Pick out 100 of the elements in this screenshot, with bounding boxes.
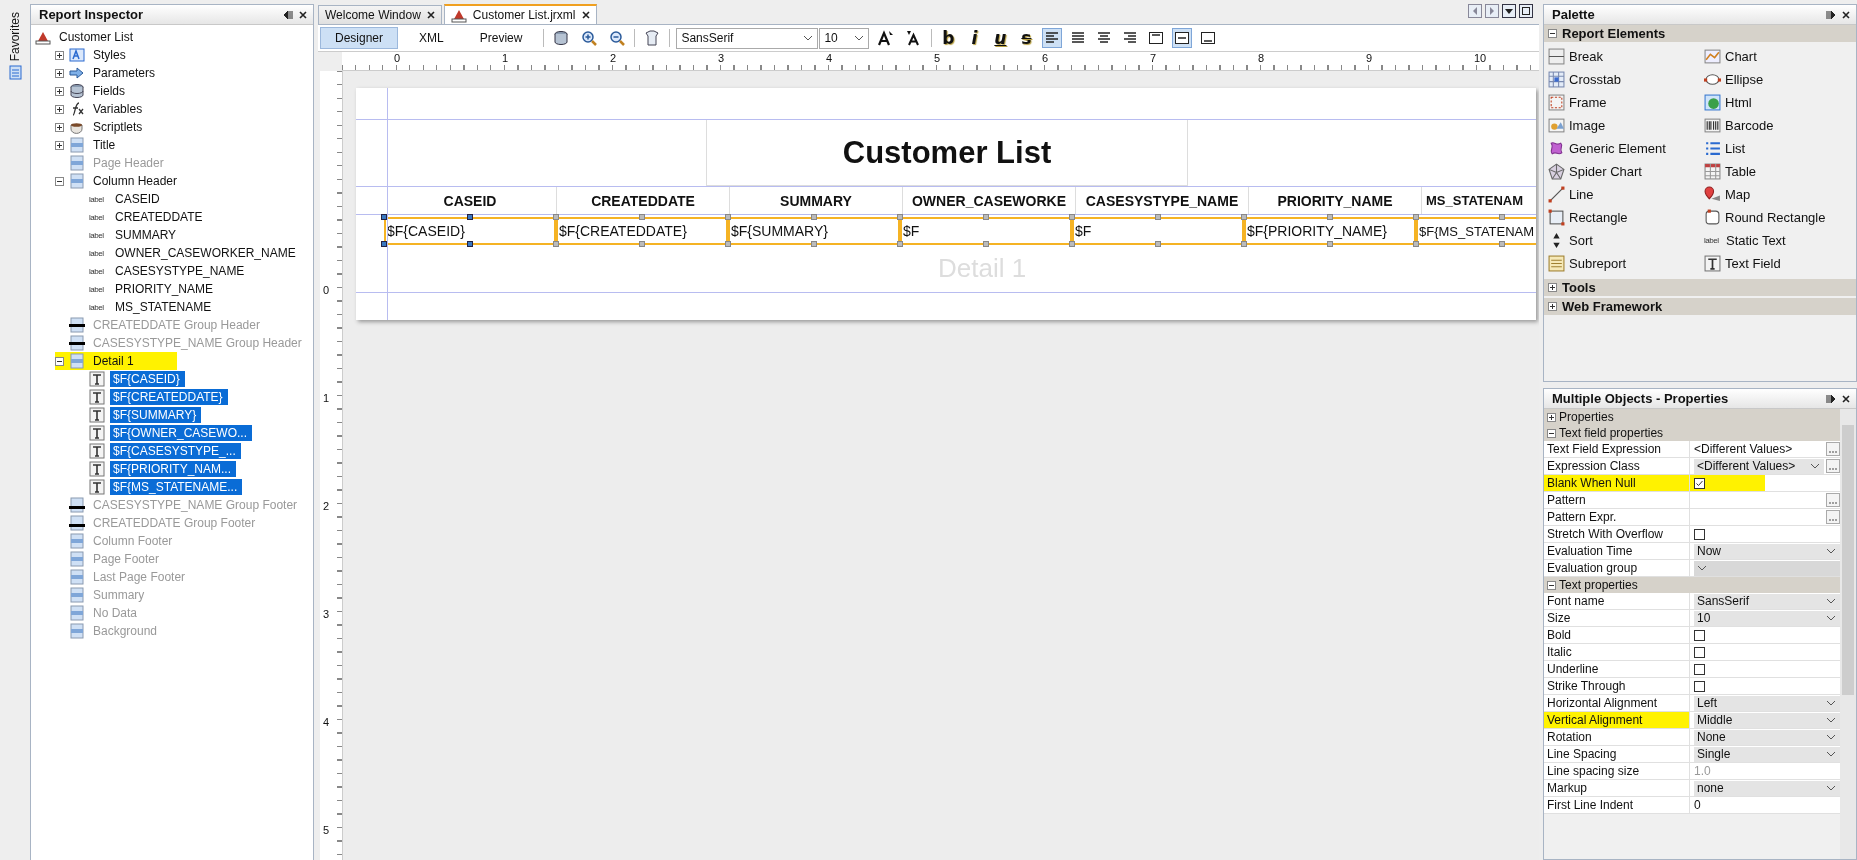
resize-handle[interactable] [1413, 214, 1419, 220]
close-icon[interactable] [1842, 394, 1850, 403]
tree-item[interactable]: Variables [90, 102, 146, 116]
resize-handle[interactable] [381, 214, 387, 220]
tree-item[interactable]: CASESYSTYPE_NAME [112, 264, 248, 278]
favorites-tab[interactable]: Favorites [8, 12, 22, 62]
close-icon[interactable] [299, 10, 307, 19]
resize-handle[interactable] [725, 214, 731, 220]
property-dropdown[interactable]: Middle [1694, 712, 1840, 728]
resize-handle[interactable] [553, 214, 559, 220]
format-button[interactable]: i [964, 27, 985, 49]
checkbox[interactable] [1694, 680, 1705, 692]
maximize-icon[interactable] [1519, 4, 1533, 18]
tree-item[interactable]: Detail 1 [90, 354, 137, 368]
resize-handle[interactable] [725, 241, 731, 247]
palette-item[interactable]: Rectangle [1569, 209, 1628, 225]
view-tab[interactable]: Designer [320, 27, 399, 49]
resize-handle[interactable] [1327, 241, 1333, 247]
palette-item[interactable]: Map [1725, 186, 1751, 202]
chevron-down-icon[interactable] [854, 35, 865, 41]
collapse-icon[interactable] [1548, 29, 1557, 38]
resize-handle[interactable] [1499, 241, 1505, 247]
resize-handle[interactable] [1155, 241, 1161, 247]
palette-item[interactable]: List [1725, 140, 1746, 156]
checkbox[interactable] [1694, 629, 1705, 641]
property-section[interactable]: Text field properties [1544, 425, 1840, 441]
tree-item[interactable]: Fields [90, 84, 128, 98]
scrollbar[interactable] [1840, 409, 1856, 859]
palette-section[interactable]: Tools [1544, 279, 1856, 296]
resize-handle[interactable] [1241, 214, 1247, 220]
chevron-down-icon[interactable] [1826, 717, 1836, 723]
palette-item[interactable]: Break [1569, 48, 1603, 64]
palette-item[interactable]: Barcode [1725, 117, 1774, 133]
view-tab[interactable]: XML [404, 27, 459, 49]
alignment-button[interactable] [1172, 28, 1193, 48]
palette-item[interactable]: Image [1569, 117, 1606, 133]
chevron-down-icon[interactable] [1826, 700, 1836, 706]
expand-icon[interactable] [55, 104, 64, 114]
resize-handle[interactable] [1069, 241, 1075, 247]
chevron-down-icon[interactable] [1826, 751, 1836, 757]
tree-item[interactable]: MS_STATENAME [112, 300, 215, 314]
text-field[interactable]: $F [1072, 217, 1244, 245]
chevron-down-icon[interactable] [1826, 598, 1836, 604]
tree-item[interactable]: $F{OWNER_CASEWO... [110, 425, 253, 441]
property-dropdown[interactable]: 10 [1694, 610, 1840, 626]
resize-handle[interactable] [639, 241, 645, 247]
tree-item[interactable]: Customer List [56, 30, 137, 44]
palette-item[interactable]: Text Field [1725, 255, 1781, 271]
property-value[interactable]: <Different Values> [1694, 442, 1824, 456]
close-icon[interactable] [1842, 10, 1850, 19]
property-section[interactable]: Text properties [1544, 577, 1840, 593]
property-dropdown[interactable]: Left [1694, 695, 1840, 711]
report-title[interactable]: Customer List [706, 120, 1188, 186]
palette-item[interactable]: Table [1725, 163, 1757, 179]
property-dropdown[interactable]: Single [1694, 746, 1840, 762]
minimize-icon[interactable] [1826, 393, 1836, 404]
minimize-icon[interactable] [283, 9, 293, 20]
resize-handle[interactable] [1499, 214, 1505, 220]
checkbox[interactable] [1694, 477, 1705, 489]
resize-handle[interactable] [983, 241, 989, 247]
tree-item[interactable]: $F{CREATEDDATE} [110, 389, 228, 405]
checkbox[interactable] [1694, 528, 1705, 540]
size-dropdown[interactable]: 10 [819, 27, 870, 49]
palette-item[interactable]: Crosstab [1569, 71, 1622, 87]
dropdown-icon[interactable] [1502, 4, 1516, 18]
resize-handle[interactable] [639, 214, 645, 220]
resize-handle[interactable] [1413, 241, 1419, 247]
format-button[interactable]: u [990, 27, 1011, 49]
chevron-down-icon[interactable] [1826, 615, 1836, 621]
palette-section[interactable]: Web Framework [1544, 298, 1856, 315]
palette-item[interactable]: Round Rectangle [1725, 209, 1826, 225]
collapse-icon[interactable] [1547, 428, 1556, 438]
expand-icon[interactable] [55, 50, 64, 60]
tree-item[interactable]: Column Header [90, 174, 181, 188]
scroll-left-icon[interactable] [1468, 4, 1482, 18]
tree-item[interactable]: PRIORITY_NAME [112, 282, 216, 296]
resize-handle[interactable] [467, 241, 473, 247]
tree-item[interactable]: $F{SUMMARY} [110, 407, 202, 423]
close-icon[interactable] [426, 11, 435, 19]
property-dropdown[interactable]: <Different Values> [1694, 458, 1824, 474]
tree-item[interactable]: $F{CASEID} [110, 371, 185, 387]
text-field[interactable]: $F{PRIORITY_NAME} [1244, 217, 1416, 245]
tree-item[interactable]: Title [90, 138, 119, 152]
expand-icon[interactable] [1547, 412, 1556, 422]
property-dropdown[interactable]: Now [1694, 543, 1840, 559]
expand-icon[interactable] [55, 86, 64, 96]
resize-handle[interactable] [897, 241, 903, 247]
tree-item[interactable]: Styles [90, 48, 129, 62]
expand-icon[interactable] [55, 68, 64, 78]
tree-item[interactable]: SUMMARY [112, 228, 180, 242]
editor-tab[interactable]: Welcome Window [318, 5, 442, 24]
property-dropdown[interactable]: none [1694, 780, 1840, 796]
checkbox[interactable] [1694, 646, 1705, 658]
property-section[interactable]: Properties [1544, 409, 1840, 425]
property-value[interactable]: 0 [1694, 798, 1840, 812]
resize-handle[interactable] [1327, 214, 1333, 220]
palette-item[interactable]: Ellipse [1725, 71, 1764, 87]
collapse-icon[interactable] [55, 356, 64, 366]
font-dropdown[interactable]: SansSerif [676, 27, 819, 49]
palette-item[interactable]: Html [1725, 94, 1752, 110]
